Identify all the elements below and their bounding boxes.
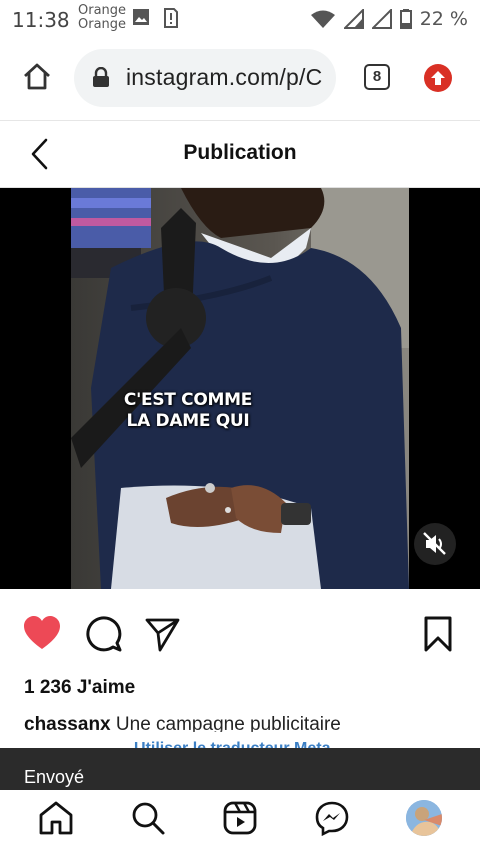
image-icon <box>133 9 149 25</box>
bottom-navigation <box>0 790 480 854</box>
mute-button[interactable] <box>414 523 456 565</box>
browser-toolbar: instagram.com/p/C 8 <box>0 38 480 121</box>
page-title: Publication <box>183 141 297 164</box>
signal-icon <box>343 9 364 29</box>
battery-level: 22 % <box>419 8 468 30</box>
toast-text: Envoyé <box>24 767 85 787</box>
comment-icon[interactable] <box>84 614 124 654</box>
post-header: Publication <box>0 121 480 188</box>
sent-toast: Envoyé <box>0 748 480 790</box>
post-actions <box>0 600 480 670</box>
system-icons: 22 % <box>310 8 468 30</box>
lock-icon <box>93 67 109 87</box>
status-time: 11:38 <box>12 8 70 32</box>
home-icon[interactable] <box>22 62 52 92</box>
status-bar: 11:38 Orange Orange 22 % <box>0 0 480 38</box>
like-count[interactable]: 1 236 J'aime <box>24 677 135 699</box>
sim-alert-icon <box>164 8 178 28</box>
url-text: instagram.com/p/C <box>126 64 323 90</box>
heart-filled-icon[interactable] <box>22 614 62 654</box>
carrier-line-2: Orange <box>78 17 127 32</box>
profile-picture <box>406 800 442 836</box>
signal-icon <box>371 9 392 29</box>
post-video[interactable]: C'EST COMME LA DAME QUI <box>0 188 480 589</box>
update-icon <box>431 71 445 85</box>
video-thumbnail <box>71 188 409 589</box>
bookmark-icon[interactable] <box>418 614 458 654</box>
notification-icons <box>132 8 178 28</box>
share-icon[interactable] <box>143 614 183 654</box>
battery-icon <box>399 9 412 29</box>
video-caption: C'EST COMME LA DAME QUI <box>71 390 305 432</box>
reels-icon[interactable] <box>222 800 258 836</box>
carrier-label: Orange Orange <box>78 4 126 32</box>
home-icon[interactable] <box>38 800 74 836</box>
volume-muted-icon <box>423 532 446 555</box>
wifi-icon <box>310 10 335 28</box>
caption-line-2: LA DAME QUI <box>126 411 250 431</box>
tabs-button[interactable]: 8 <box>364 64 390 90</box>
profile-avatar[interactable] <box>406 800 442 836</box>
caption-line-1: C'EST COMME <box>123 390 253 410</box>
video-frame[interactable]: C'EST COMME LA DAME QUI <box>71 188 409 589</box>
carrier-line-1: Orange <box>78 3 127 18</box>
update-button[interactable] <box>424 64 452 92</box>
search-icon[interactable] <box>130 800 166 836</box>
address-bar[interactable]: instagram.com/p/C <box>74 49 336 107</box>
messenger-icon[interactable] <box>314 800 350 836</box>
tab-count: 8 <box>372 68 382 85</box>
